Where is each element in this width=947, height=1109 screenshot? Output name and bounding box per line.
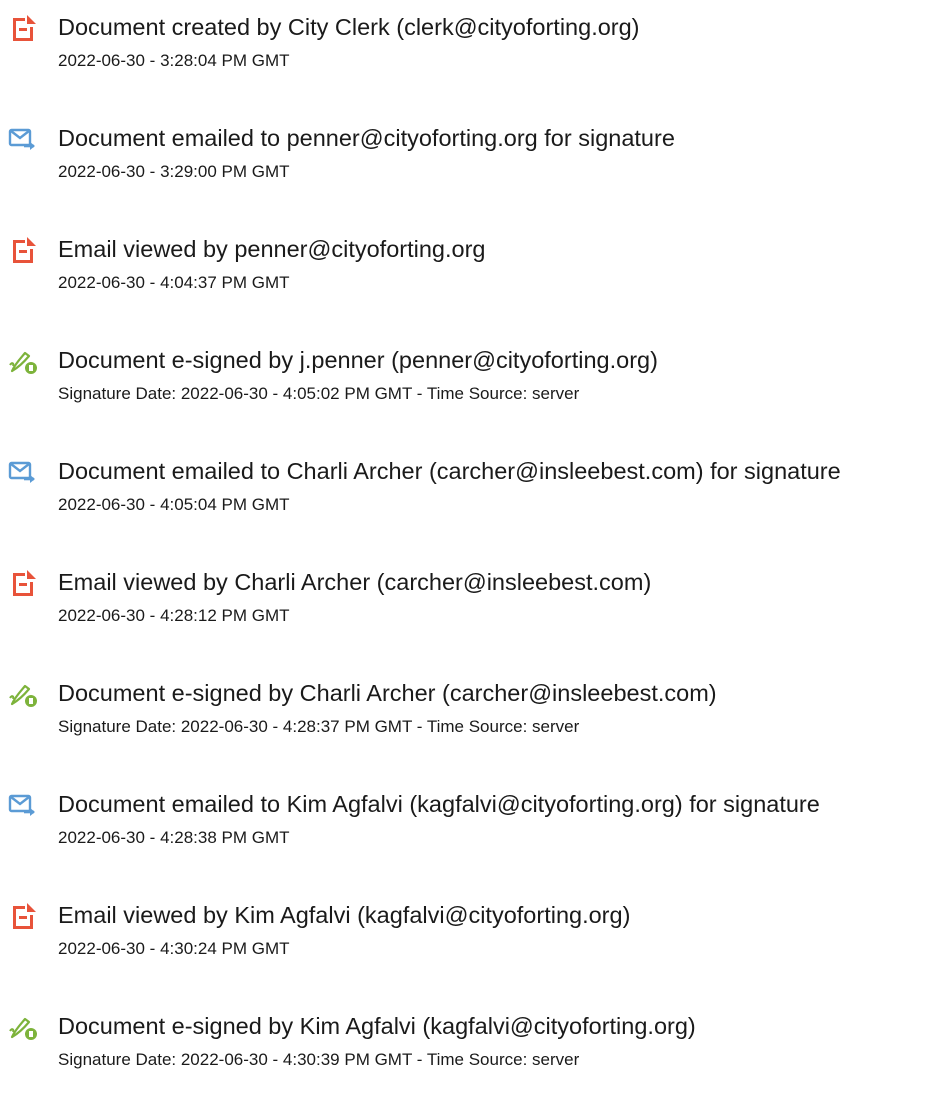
email-sent-icon — [8, 125, 38, 153]
event-title: Document emailed to penner@cityoforting.… — [58, 125, 675, 151]
event-timestamp: 2022-06-30 - 4:30:24 PM GMT — [58, 939, 290, 958]
event-timestamp: 2022-06-30 - 4:05:04 PM GMT — [58, 495, 290, 514]
event-timestamp: 2022-06-30 - 4:04:37 PM GMT — [58, 273, 290, 292]
event-title: Document e-signed by Kim Agfalvi (kagfal… — [58, 1013, 696, 1039]
audit-event: Document created by City Clerk (clerk@ci… — [0, 12, 947, 92]
email-sent-icon — [8, 458, 38, 486]
event-title: Email viewed by Kim Agfalvi (kagfalvi@ci… — [58, 902, 631, 928]
event-title: Document e-signed by j.penner (penner@ci… — [58, 347, 658, 373]
event-title: Document created by City Clerk (clerk@ci… — [58, 14, 640, 40]
event-timestamp: 2022-06-30 - 4:28:38 PM GMT — [58, 828, 290, 847]
signature-pen-icon — [8, 347, 38, 375]
event-timestamp: 2022-06-30 - 3:28:04 PM GMT — [58, 51, 290, 70]
document-icon — [8, 14, 38, 42]
document-icon — [8, 236, 38, 264]
audit-event: Document e-signed by Kim Agfalvi (kagfal… — [0, 1011, 947, 1091]
event-title: Email viewed by Charli Archer (carcher@i… — [58, 569, 652, 595]
signature-pen-icon — [8, 1013, 38, 1041]
document-icon — [8, 569, 38, 597]
audit-event: Email viewed by Charli Archer (carcher@i… — [0, 567, 947, 647]
event-title: Document emailed to Charli Archer (carch… — [58, 458, 841, 484]
audit-event: Email viewed by penner@cityoforting.org … — [0, 234, 947, 314]
audit-event: Email viewed by Kim Agfalvi (kagfalvi@ci… — [0, 900, 947, 980]
signature-pen-icon — [8, 680, 38, 708]
event-timestamp: Signature Date: 2022-06-30 - 4:30:39 PM … — [58, 1050, 580, 1069]
event-timestamp: 2022-06-30 - 3:29:00 PM GMT — [58, 162, 290, 181]
event-title: Document e-signed by Charli Archer (carc… — [58, 680, 717, 706]
event-title: Email viewed by penner@cityoforting.org — [58, 236, 486, 262]
event-title: Document emailed to Kim Agfalvi (kagfalv… — [58, 791, 820, 817]
event-timestamp: Signature Date: 2022-06-30 - 4:05:02 PM … — [58, 384, 580, 403]
audit-event: Document emailed to penner@cityoforting.… — [0, 123, 947, 203]
event-timestamp: Signature Date: 2022-06-30 - 4:28:37 PM … — [58, 717, 580, 736]
audit-event: Document e-signed by Charli Archer (carc… — [0, 678, 947, 758]
audit-event: Document e-signed by j.penner (penner@ci… — [0, 345, 947, 425]
audit-event: Document emailed to Kim Agfalvi (kagfalv… — [0, 789, 947, 869]
event-timestamp: 2022-06-30 - 4:28:12 PM GMT — [58, 606, 290, 625]
audit-event: Document emailed to Charli Archer (carch… — [0, 456, 947, 536]
document-icon — [8, 902, 38, 930]
email-sent-icon — [8, 791, 38, 819]
